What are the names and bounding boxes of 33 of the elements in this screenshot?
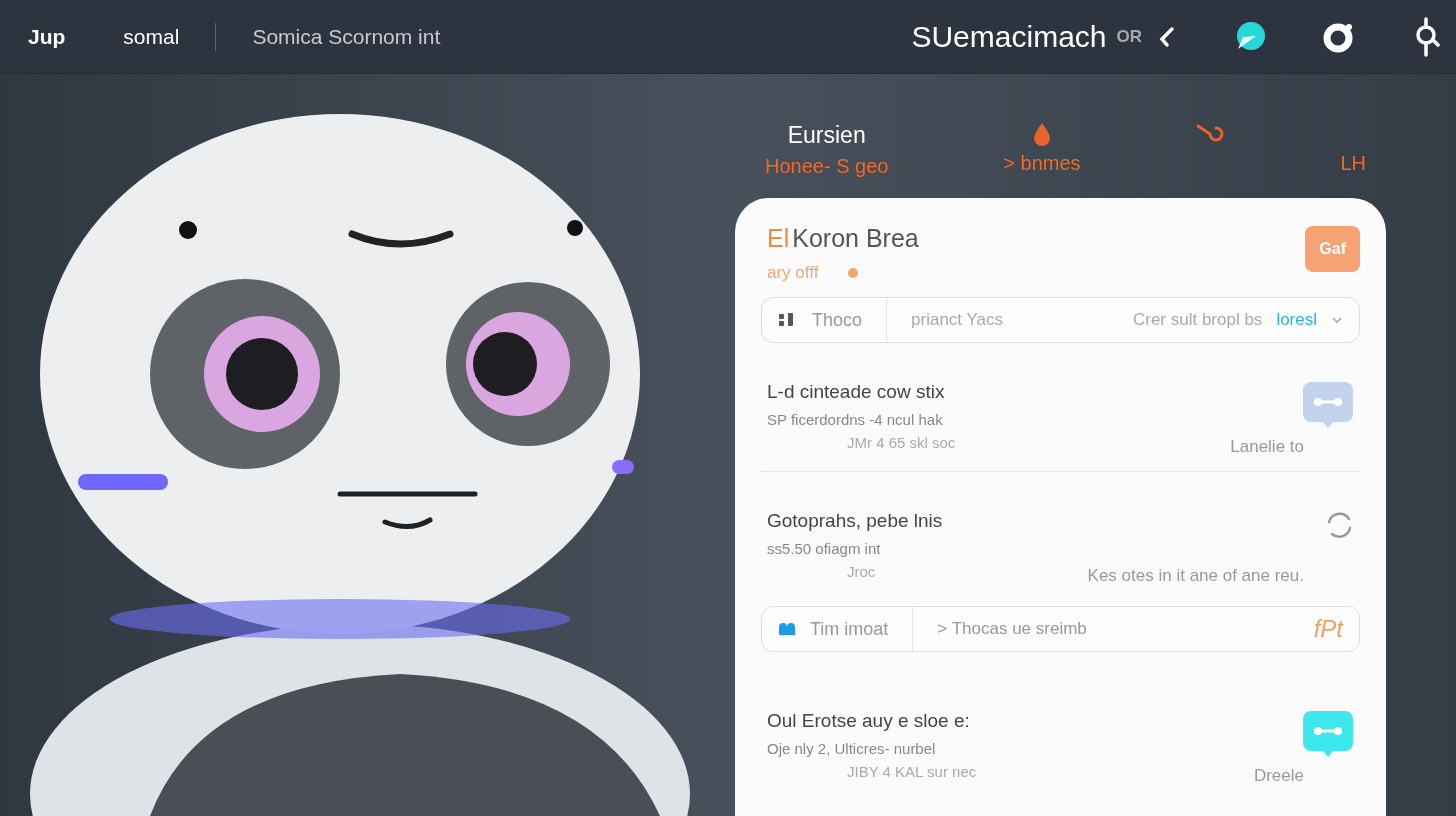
caret-icon[interactable]	[1331, 316, 1343, 324]
filter-label: Thoco	[812, 309, 863, 331]
item-detail: SP ficerdordns -4 ncul hak	[767, 411, 944, 428]
card-title: Koron Brea	[792, 224, 919, 252]
logo[interactable]: Jup	[28, 24, 66, 49]
item-note: Dreele	[1253, 766, 1304, 786]
item-detail: ss5.50 ofiagm int	[767, 540, 882, 557]
item-detail: JIBY 4 KAL sur nec	[846, 763, 977, 780]
item-title[interactable]: Gotoprahs, pebe lnis	[767, 510, 943, 532]
filter-hint: Crer sult bropl bs	[1132, 310, 1263, 330]
brand-tag-label: OR	[1116, 26, 1142, 47]
item-detail: JMr 4 65 skl soc	[846, 434, 956, 451]
filter-value: prianct Yacs	[911, 310, 1003, 330]
status-dot	[848, 268, 859, 278]
title-accent: El	[767, 224, 790, 252]
nav-link[interactable]: somal	[123, 24, 180, 49]
item-note: Kes otes in it ane of ane reu.	[1087, 566, 1304, 586]
twin-shapes-icon	[778, 622, 796, 636]
filter-label: Tim imoat	[810, 618, 889, 640]
item-title[interactable]: Oul Erotse auy e sloe e:	[767, 710, 977, 732]
item-note: Lanelie to	[1230, 437, 1304, 457]
filter-value: > Thocas ue sreimb	[937, 619, 1087, 639]
brand-title: SUemacimach	[911, 19, 1107, 54]
drop-icon[interactable]	[1031, 122, 1052, 146]
nav-link[interactable]: Somica Scornom int	[252, 24, 441, 49]
tab-label[interactable]: Eursien	[787, 122, 866, 149]
chat-bubble-icon[interactable]	[1234, 20, 1266, 53]
item-title[interactable]: L-d cinteade cow stix	[767, 381, 956, 403]
hook-icon[interactable]	[1195, 122, 1226, 144]
item-detail: Oje nly 2, Ulticres- nurbel	[767, 740, 937, 757]
filter-tag: fPt	[1313, 615, 1343, 643]
card-subtitle: ary offf	[767, 263, 819, 283]
item-detail: Jroc	[846, 563, 877, 580]
